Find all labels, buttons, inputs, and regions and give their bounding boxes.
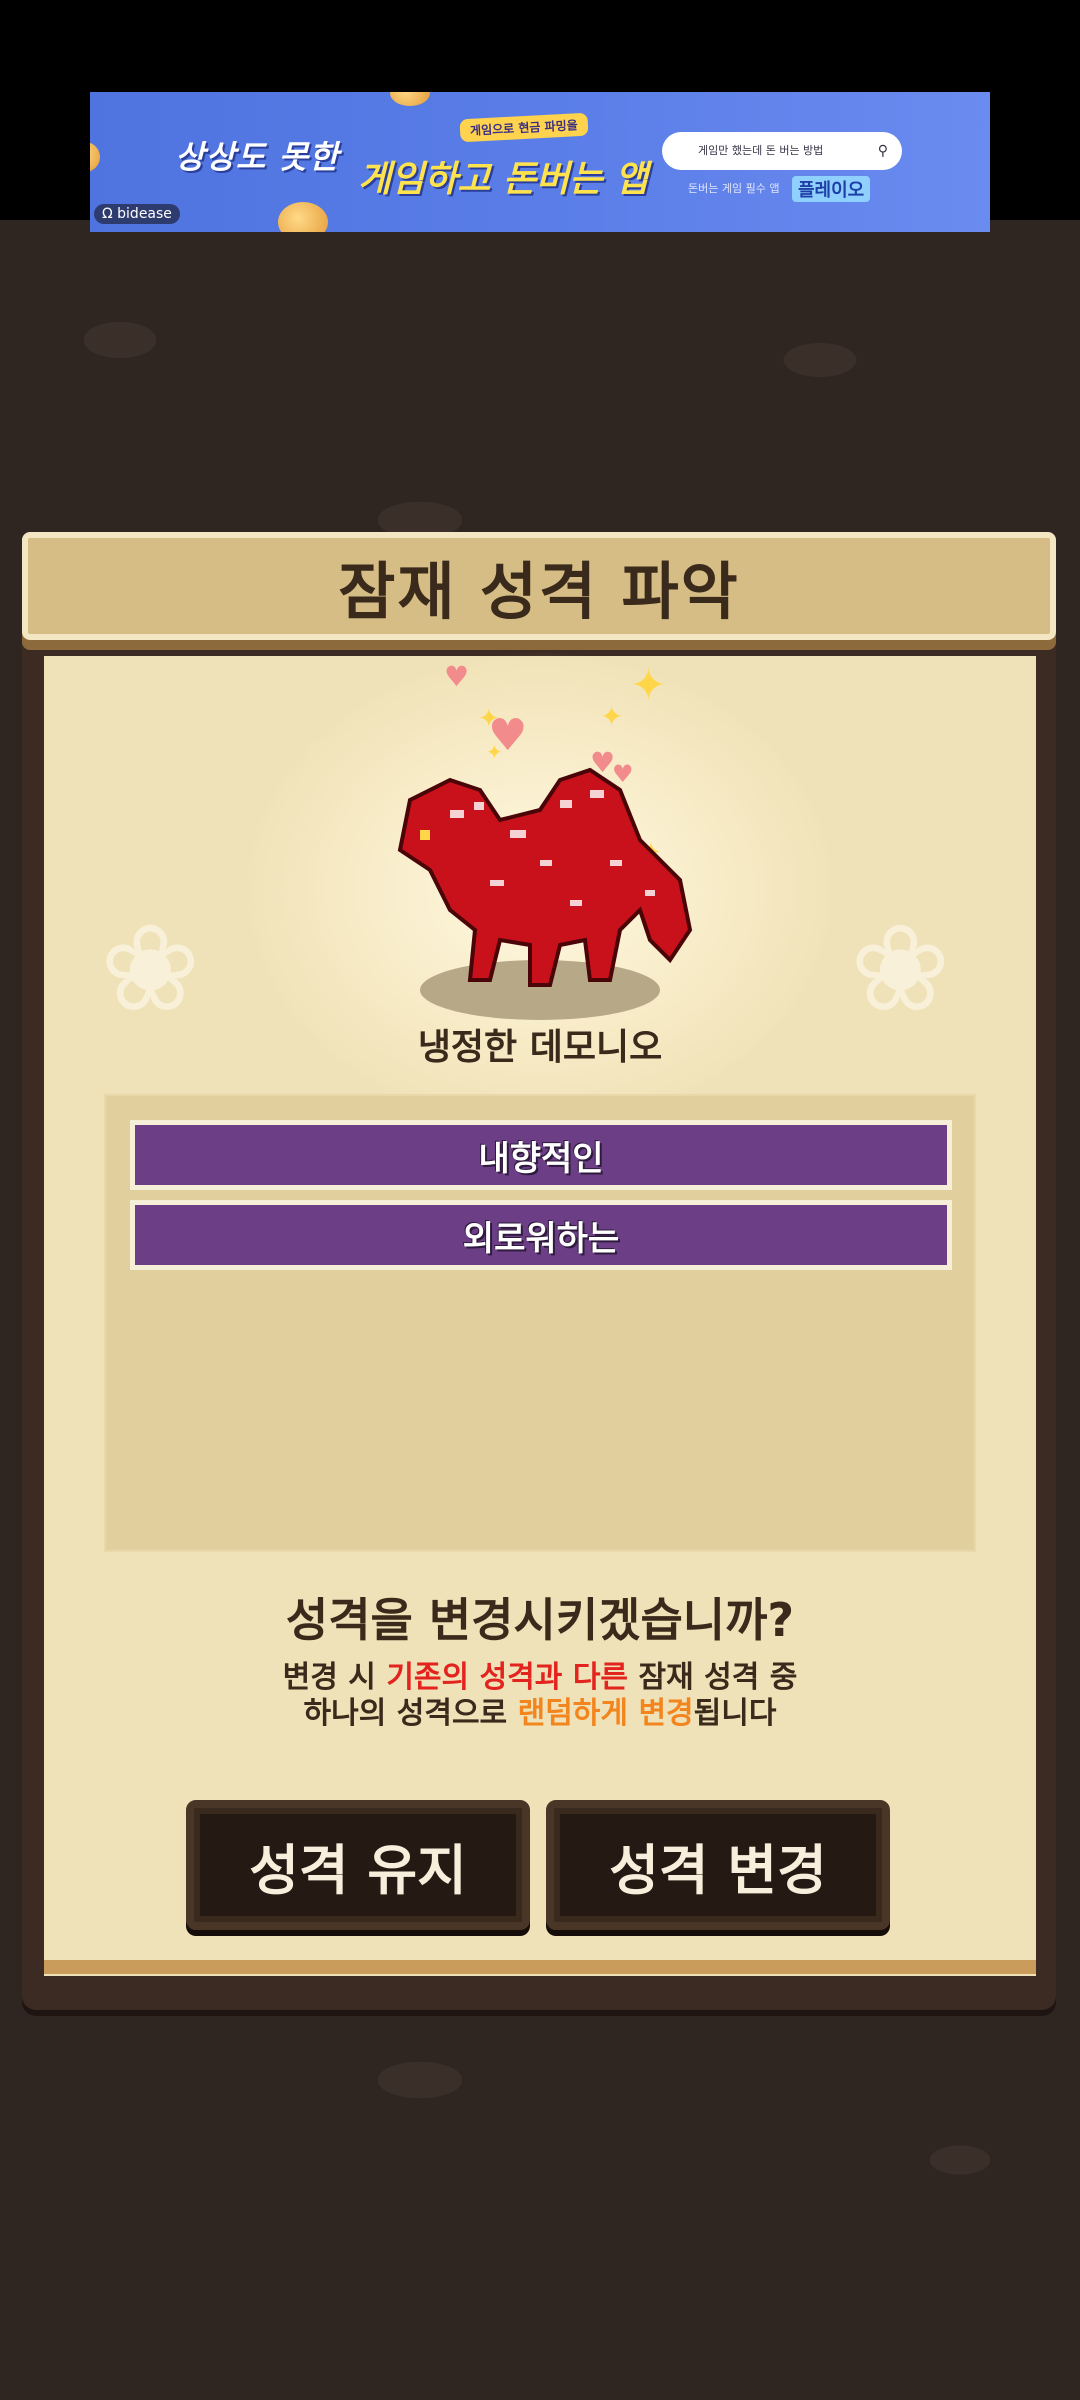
ad-badge: 게임으로 현금 파밍을 <box>459 112 589 143</box>
info-highlight-red: 기존의 성격과 다른 <box>386 1660 629 1695</box>
ad-search-text: 게임만 했는데 돈 버는 방법 <box>698 144 824 157</box>
ad-brand-logo: 플레이오 <box>792 176 871 202</box>
info-text-part: 하나의 성격으로 <box>303 1696 518 1731</box>
confirm-question: 성격을 변경시키겠습니까? <box>285 1593 795 1647</box>
info-text: 변경 시 기존의 성격과 다른 잠재 성격 중 하나의 성격으로 랜덤하게 변경… <box>0 1660 1080 1732</box>
change-personality-button[interactable]: 성격 변경 <box>546 1800 890 1930</box>
trait-item: 내향적인 <box>130 1120 952 1190</box>
trait-list: 내향적인 외로워하는 <box>104 1094 976 1552</box>
trait-item: 외로워하는 <box>130 1200 952 1270</box>
star-icon: ✦ <box>600 700 624 733</box>
pet-name: 냉정한 데모니오 <box>417 1027 663 1068</box>
dragon-pet-icon <box>397 767 693 1020</box>
info-text-part: 잠재 성격 중 <box>628 1660 798 1695</box>
star-icon: ✦ <box>630 660 667 711</box>
ad-search-box: 게임만 했는데 돈 버는 방법 ⚲ <box>662 132 902 170</box>
coin-icon <box>390 92 430 106</box>
ad-banner[interactable]: 상상도 못한 게임으로 현금 파밍을 게임하고 돈버는 앱 게임만 했는데 돈 … <box>90 92 990 232</box>
search-icon: ⚲ <box>877 143 888 159</box>
info-highlight-orange: 랜덤하게 변경 <box>517 1696 694 1731</box>
heart-icon: ♥ <box>444 660 470 693</box>
dialog-title-bar: 잠재 성격 파악 <box>22 532 1056 640</box>
coin-icon <box>278 202 328 232</box>
bidease-icon: Ω <box>102 206 113 222</box>
dialog-title: 잠재 성격 파악 <box>338 555 740 628</box>
ad-headline-2: 게임하고 돈버는 앱 <box>358 159 649 200</box>
leaf-ornament-left-icon: ❀ <box>100 900 201 1039</box>
info-text-part: 됩니다 <box>693 1696 777 1731</box>
bidease-text: bidease <box>117 206 172 222</box>
bidease-label[interactable]: Ω bidease <box>94 204 180 224</box>
keep-personality-button[interactable]: 성격 유지 <box>186 1800 530 1930</box>
ad-headline: 상상도 못한 <box>175 138 340 176</box>
coin-icon <box>90 142 100 172</box>
info-text-part: 변경 시 <box>282 1660 387 1695</box>
dialog-panel-edge <box>44 1960 1036 1974</box>
leaf-ornament-right-icon: ❀ <box>850 900 951 1039</box>
ad-subtext: 돈버는 게임 필수 앱 <box>688 182 780 195</box>
star-icon: ✦ <box>478 704 500 734</box>
